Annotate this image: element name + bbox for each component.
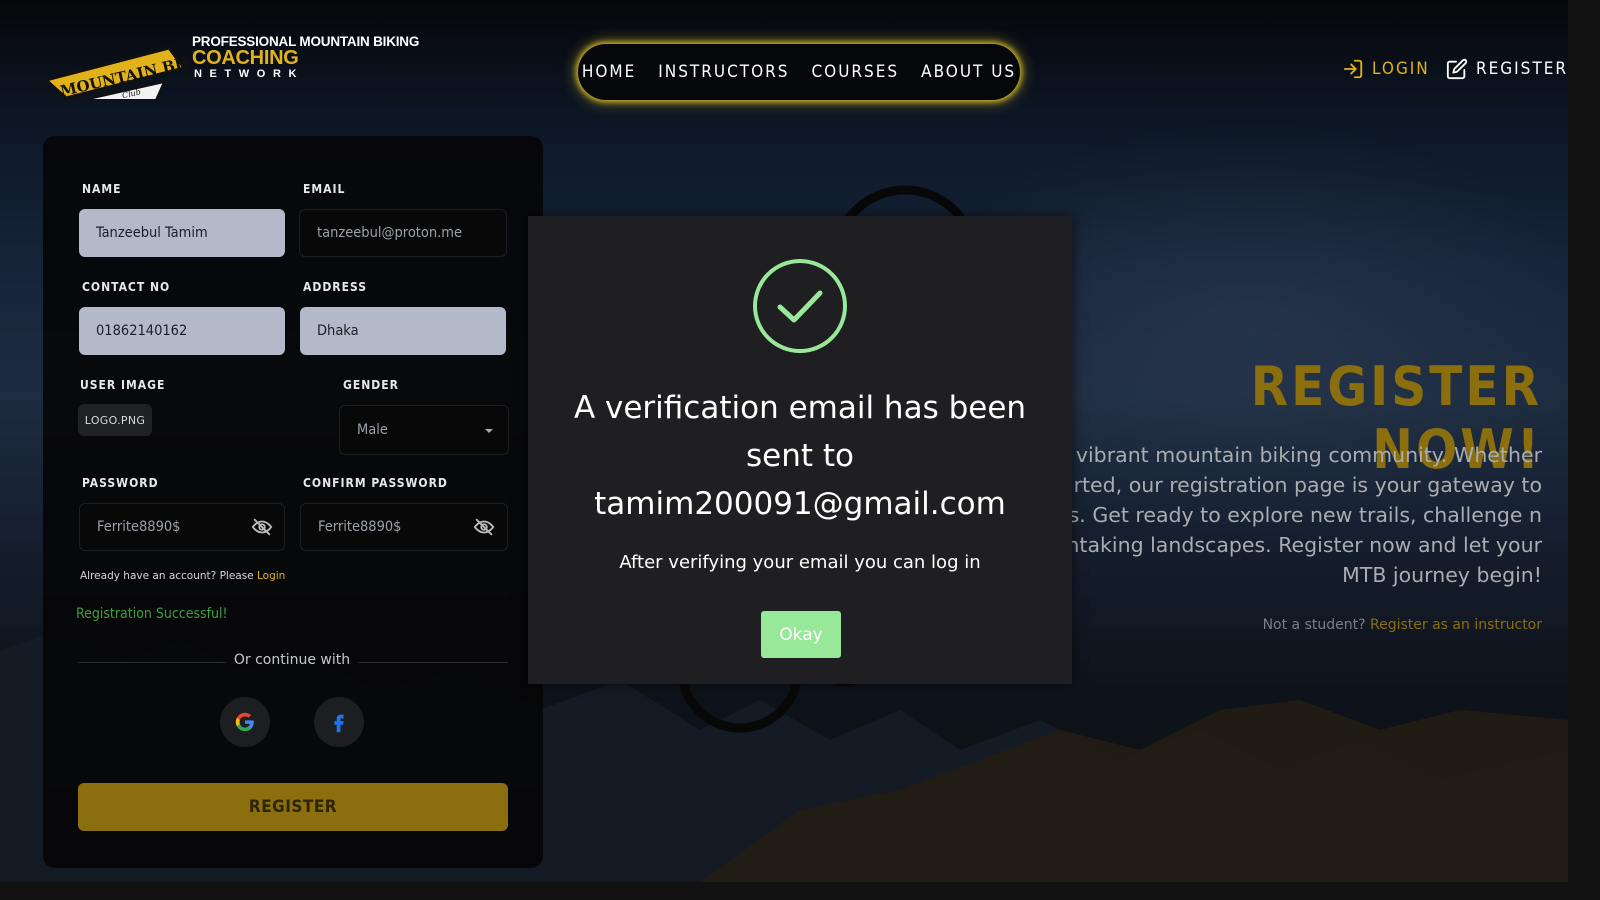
instructor-note-prefix: Not a student?: [1262, 617, 1366, 633]
login-text-link[interactable]: Login: [257, 570, 285, 582]
register-instructor-link[interactable]: Register as an instructor: [1370, 617, 1542, 633]
brand-line-3: NETWORK: [194, 68, 305, 80]
google-icon: [235, 712, 254, 732]
mountain-bike-badge-icon: MOUNTAIN BIKE Club: [44, 46, 189, 100]
horizontal-scrollbar[interactable]: [0, 882, 1568, 900]
facebook-login-button[interactable]: [314, 697, 364, 747]
contact-input[interactable]: 01862140162: [79, 307, 285, 355]
edit-icon: [1446, 58, 1468, 80]
register-link[interactable]: REGISTER: [1446, 58, 1568, 80]
password-label: PASSWORD: [82, 476, 159, 490]
facebook-icon: [334, 714, 344, 733]
success-check-icon: [753, 259, 847, 353]
okay-button[interactable]: Okay: [761, 611, 841, 658]
register-submit-button[interactable]: REGISTER: [78, 783, 508, 831]
name-input[interactable]: Tanzeebul Tamim: [79, 209, 285, 257]
instructor-note: Not a student? Register as an instructor: [1100, 617, 1542, 633]
nav-about-us[interactable]: ABOUT US: [921, 62, 1016, 82]
gender-selected-value: Male: [357, 422, 388, 438]
login-icon: [1343, 59, 1363, 79]
vertical-scrollbar[interactable]: [1568, 0, 1600, 900]
site-logo[interactable]: MOUNTAIN BIKE Club PROFESSIONAL MOUNTAIN…: [44, 30, 444, 110]
user-image-label: USER IMAGE: [80, 378, 166, 392]
address-label: ADDRESS: [303, 280, 367, 294]
gender-select[interactable]: Male: [339, 405, 509, 455]
contact-label: CONTACT NO: [82, 280, 171, 294]
modal-title: A verification email has been sent to ta…: [573, 390, 1027, 522]
confirm-password-label: CONFIRM PASSWORD: [303, 476, 448, 490]
login-link[interactable]: LOGIN: [1342, 58, 1430, 80]
confirm-password-value: Ferrite8890$: [318, 519, 402, 535]
have-account-prefix: Already have an account? Please: [80, 570, 254, 582]
gender-label: GENDER: [343, 378, 399, 392]
chevron-down-icon: [485, 429, 493, 433]
brand-line-2: COACHING: [192, 47, 299, 69]
hero-description: ur vibrant mountain biking community. Wh…: [1010, 443, 1542, 587]
eye-off-icon[interactable]: [473, 516, 495, 538]
main-navigation: HOME INSTRUCTORS COURSES ABOUT US: [578, 44, 1020, 100]
password-value: Ferrite8890$: [97, 519, 181, 535]
or-continue-text: Or continue with: [233, 652, 351, 668]
nav-home[interactable]: HOME: [582, 62, 636, 82]
have-account-text: Already have an account? Please Login: [80, 570, 285, 582]
google-login-button[interactable]: [220, 697, 270, 747]
name-label: NAME: [82, 182, 122, 196]
user-image-file-button[interactable]: LOGO.PNG: [78, 404, 152, 436]
modal-subtitle: After verifying your email you can log i…: [619, 552, 981, 573]
email-label: EMAIL: [303, 182, 346, 196]
eye-off-icon[interactable]: [251, 516, 273, 538]
nav-instructors[interactable]: INSTRUCTORS: [658, 62, 789, 82]
address-input[interactable]: Dhaka: [300, 307, 506, 355]
verification-modal: A verification email has been sent to ta…: [528, 216, 1072, 684]
login-label: LOGIN: [1372, 59, 1430, 79]
registration-success-message: Registration Successful!: [76, 606, 228, 622]
nav-courses[interactable]: COURSES: [811, 62, 899, 82]
register-label: REGISTER: [1476, 59, 1568, 79]
email-input[interactable]: tanzeebul@proton.me: [299, 209, 507, 257]
